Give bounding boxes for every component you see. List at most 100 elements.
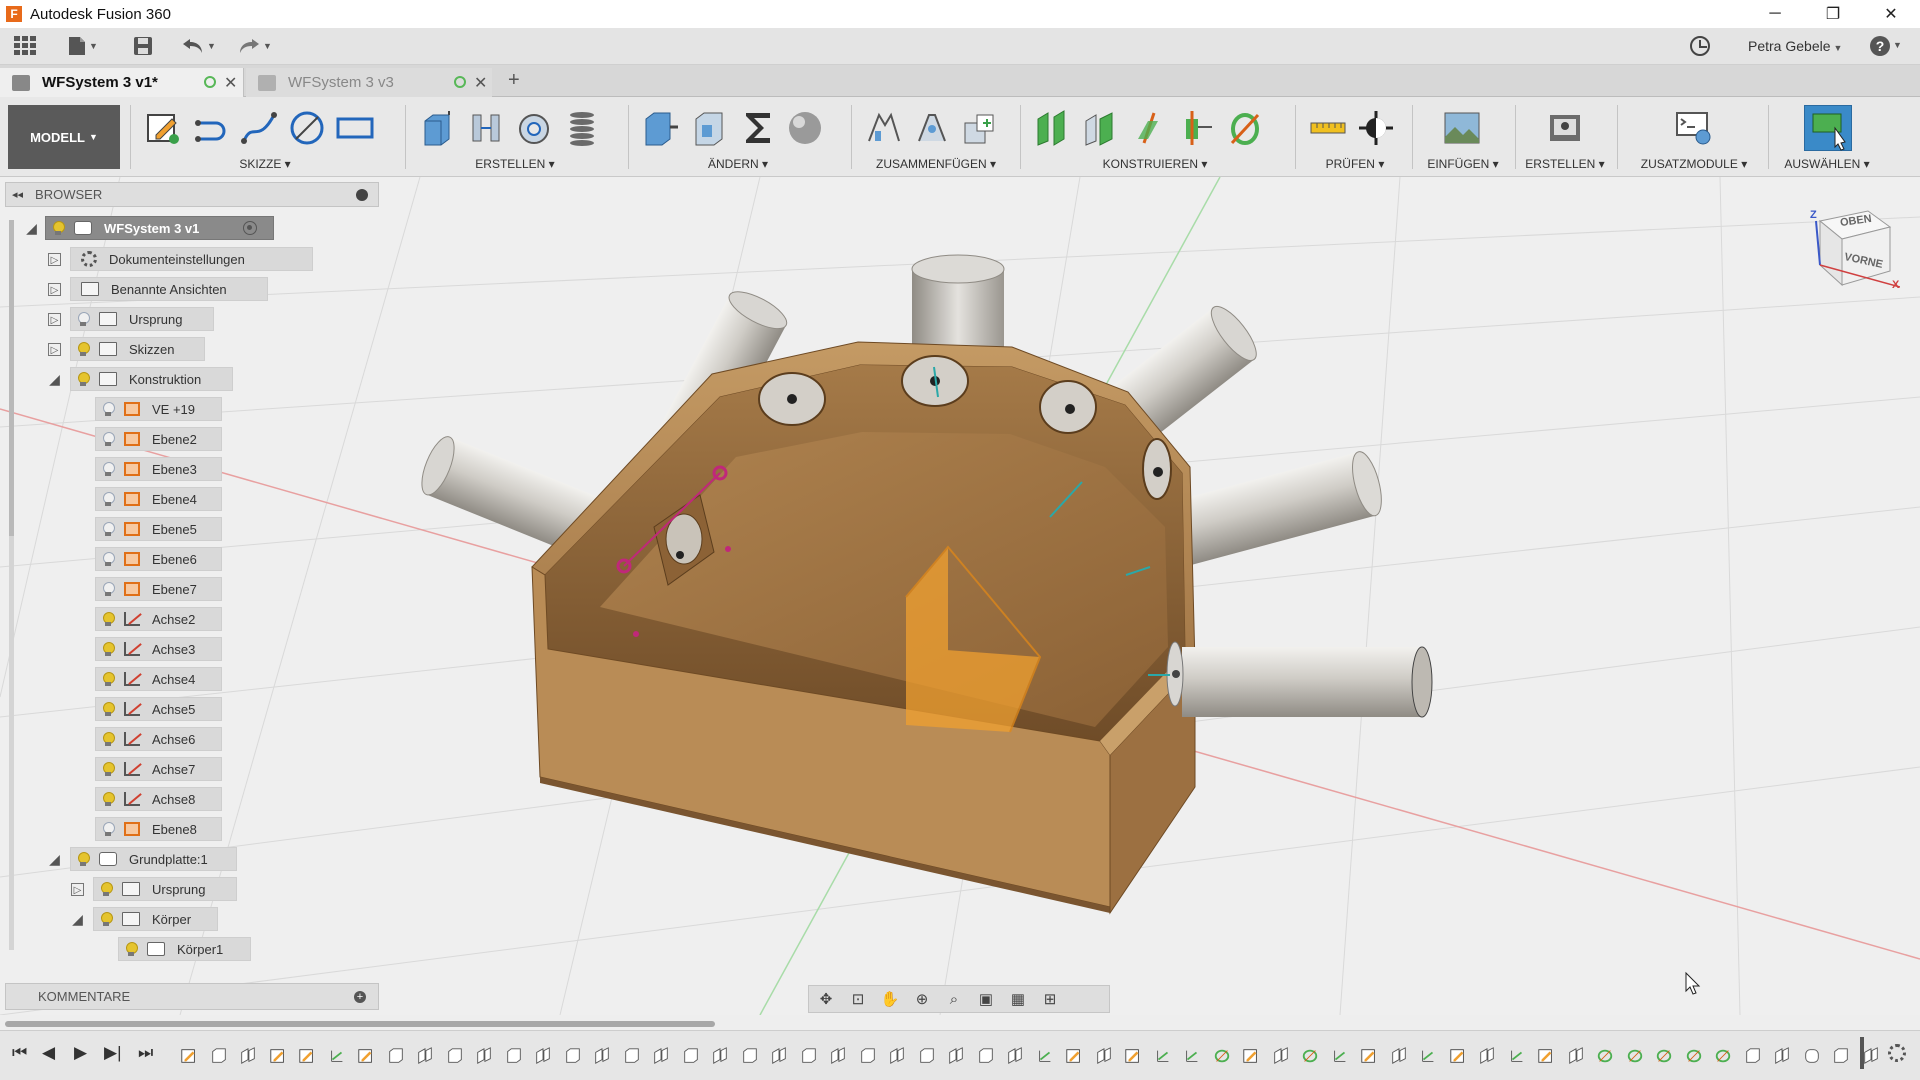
timeline-feature-sketch-icon[interactable]: [269, 1047, 287, 1065]
group-label-insert[interactable]: EINFÜGEN ▾: [1418, 157, 1508, 171]
revolve-icon[interactable]: [467, 109, 505, 147]
expand-toggle-icon[interactable]: ▷: [71, 883, 84, 896]
visibility-bulb-icon[interactable]: [102, 762, 115, 776]
timeline-feature-sketch-icon[interactable]: [1065, 1047, 1083, 1065]
press-pull-icon[interactable]: [642, 109, 680, 147]
tangent-plane-icon[interactable]: [1130, 109, 1168, 147]
timeline-scrollbar[interactable]: [5, 1021, 715, 1027]
visibility-bulb-icon[interactable]: [100, 882, 113, 896]
timeline-next-icon[interactable]: ▶|: [104, 1043, 122, 1063]
new-component-icon[interactable]: [865, 109, 903, 147]
visibility-bulb-icon[interactable]: [77, 852, 90, 866]
tab-wfsystem-v1[interactable]: WFSystem 3 v1* ✕: [0, 68, 244, 97]
close-button[interactable]: ✕: [1862, 0, 1920, 28]
joint-icon[interactable]: [913, 109, 951, 147]
visibility-bulb-icon[interactable]: [102, 612, 115, 626]
sigma-parameters-icon[interactable]: [738, 109, 776, 147]
timeline-feature-extrude-icon[interactable]: [1832, 1047, 1850, 1065]
visibility-bulb-icon[interactable]: [102, 552, 115, 566]
data-panel-grid-icon[interactable]: [14, 34, 36, 58]
timeline-feature-extrude-icon[interactable]: [505, 1047, 523, 1065]
timeline-play-icon[interactable]: ▶: [74, 1043, 87, 1063]
help-icon[interactable]: ?: [1870, 36, 1890, 56]
close-tab-icon[interactable]: ✕: [224, 73, 237, 93]
timeline-feature-extrude-icon[interactable]: [682, 1047, 700, 1065]
visibility-bulb-icon[interactable]: [102, 672, 115, 686]
circle-icon[interactable]: [288, 109, 326, 147]
measure-ruler-icon[interactable]: [1309, 109, 1347, 147]
timeline-feature-plane-icon[interactable]: [829, 1047, 847, 1065]
visibility-bulb-icon[interactable]: [77, 312, 90, 326]
expand-toggle-icon[interactable]: ◢: [48, 372, 61, 386]
help-dropdown-chevron-icon[interactable]: ▼: [1893, 40, 1902, 50]
rectangle-icon[interactable]: [336, 109, 374, 147]
viewports-icon[interactable]: ⊞: [1039, 989, 1061, 1009]
timeline-feature-extrude-icon[interactable]: [859, 1047, 877, 1065]
user-menu[interactable]: Petra Gebele ▼: [1748, 38, 1842, 54]
restore-button[interactable]: ❐: [1804, 0, 1862, 28]
visibility-bulb-icon[interactable]: [102, 792, 115, 806]
timeline-settings-gear-icon[interactable]: [1888, 1044, 1906, 1062]
pan-hand-icon[interactable]: ✋: [879, 989, 901, 1009]
browser-panel-header[interactable]: ◂◂ BROWSER: [5, 182, 379, 207]
timeline-feature-circle-icon[interactable]: [1301, 1047, 1319, 1065]
scripts-addins-icon[interactable]: [1675, 109, 1713, 147]
timeline-feature-sketch-icon[interactable]: [298, 1047, 316, 1065]
render-icon[interactable]: [1546, 109, 1584, 147]
browser-scrollbar-thumb[interactable]: [9, 220, 14, 536]
timeline-feature-axis-icon[interactable]: [1154, 1047, 1172, 1065]
job-status-clock-icon[interactable]: [1690, 36, 1710, 56]
timeline-feature-axis-icon[interactable]: [1508, 1047, 1526, 1065]
line-icon[interactable]: [192, 109, 230, 147]
timeline-feature-plane-icon[interactable]: [652, 1047, 670, 1065]
group-label-addins[interactable]: ZUSATZMODULE ▾: [1624, 157, 1764, 171]
timeline-feature-plane-icon[interactable]: [1390, 1047, 1408, 1065]
redo-icon[interactable]: ▼: [238, 34, 272, 58]
offset-plane-icon[interactable]: [1034, 109, 1072, 147]
visibility-bulb-icon[interactable]: [102, 522, 115, 536]
expand-toggle-icon[interactable]: ▷: [48, 283, 61, 296]
visibility-bulb-icon[interactable]: [102, 402, 115, 416]
timeline-marker[interactable]: [1860, 1037, 1864, 1069]
visibility-bulb-icon[interactable]: [102, 462, 115, 476]
plane-at-angle-icon[interactable]: [1082, 109, 1120, 147]
view-cube[interactable]: OBEN VORNE Z X: [1780, 201, 1901, 311]
timeline-feature-extrude-icon[interactable]: [800, 1047, 818, 1065]
timeline-feature-plane-icon[interactable]: [947, 1047, 965, 1065]
timeline-feature-sketch-icon[interactable]: [357, 1047, 375, 1065]
collapse-panel-icon[interactable]: ◂◂: [12, 188, 23, 201]
axis-through-cylinder-icon[interactable]: [1178, 109, 1216, 147]
visibility-bulb-icon[interactable]: [102, 732, 115, 746]
sweep-icon[interactable]: [515, 109, 553, 147]
expand-toggle-icon[interactable]: ◢: [25, 221, 38, 235]
browser-pin-icon[interactable]: [356, 189, 368, 201]
group-label-construct[interactable]: KONSTRUIEREN ▾: [1030, 157, 1280, 171]
timeline-feature-extrude-icon[interactable]: [623, 1047, 641, 1065]
timeline-feature-plane-icon[interactable]: [888, 1047, 906, 1065]
timeline-feature-plane-icon[interactable]: [1272, 1047, 1290, 1065]
timeline-feature-plane-icon[interactable]: [1862, 1047, 1880, 1065]
timeline-feature-sketch-icon[interactable]: [1124, 1047, 1142, 1065]
appearance-sphere-icon[interactable]: [786, 109, 824, 147]
add-comment-icon[interactable]: +: [354, 991, 366, 1003]
visibility-bulb-icon[interactable]: [77, 372, 90, 386]
timeline-feature-axis-icon[interactable]: [1419, 1047, 1437, 1065]
timeline-feature-sketch-icon[interactable]: [1537, 1047, 1555, 1065]
workspace-switcher[interactable]: MODELL ▼: [8, 105, 120, 169]
visibility-bulb-icon[interactable]: [100, 912, 113, 926]
timeline-feature-circle-icon[interactable]: [1714, 1047, 1732, 1065]
center-of-mass-icon[interactable]: [1357, 109, 1395, 147]
close-tab-icon[interactable]: ✕: [474, 73, 487, 93]
group-label-sketch[interactable]: SKIZZE ▾: [140, 157, 390, 171]
expand-toggle-icon[interactable]: ◢: [48, 852, 61, 866]
new-tab-button[interactable]: +: [508, 69, 520, 92]
timeline-feature-circle-icon[interactable]: [1655, 1047, 1673, 1065]
timeline-feature-axis-icon[interactable]: [1331, 1047, 1349, 1065]
timeline-feature-plane-icon[interactable]: [593, 1047, 611, 1065]
display-settings-icon[interactable]: ▣: [975, 989, 997, 1009]
timeline-feature-plane-icon[interactable]: [1478, 1047, 1496, 1065]
group-label-inspect[interactable]: PRÜFEN ▾: [1305, 157, 1405, 171]
timeline-feature-sketch-icon[interactable]: [1360, 1047, 1378, 1065]
spline-icon[interactable]: [240, 109, 278, 147]
visibility-bulb-icon[interactable]: [77, 342, 90, 356]
